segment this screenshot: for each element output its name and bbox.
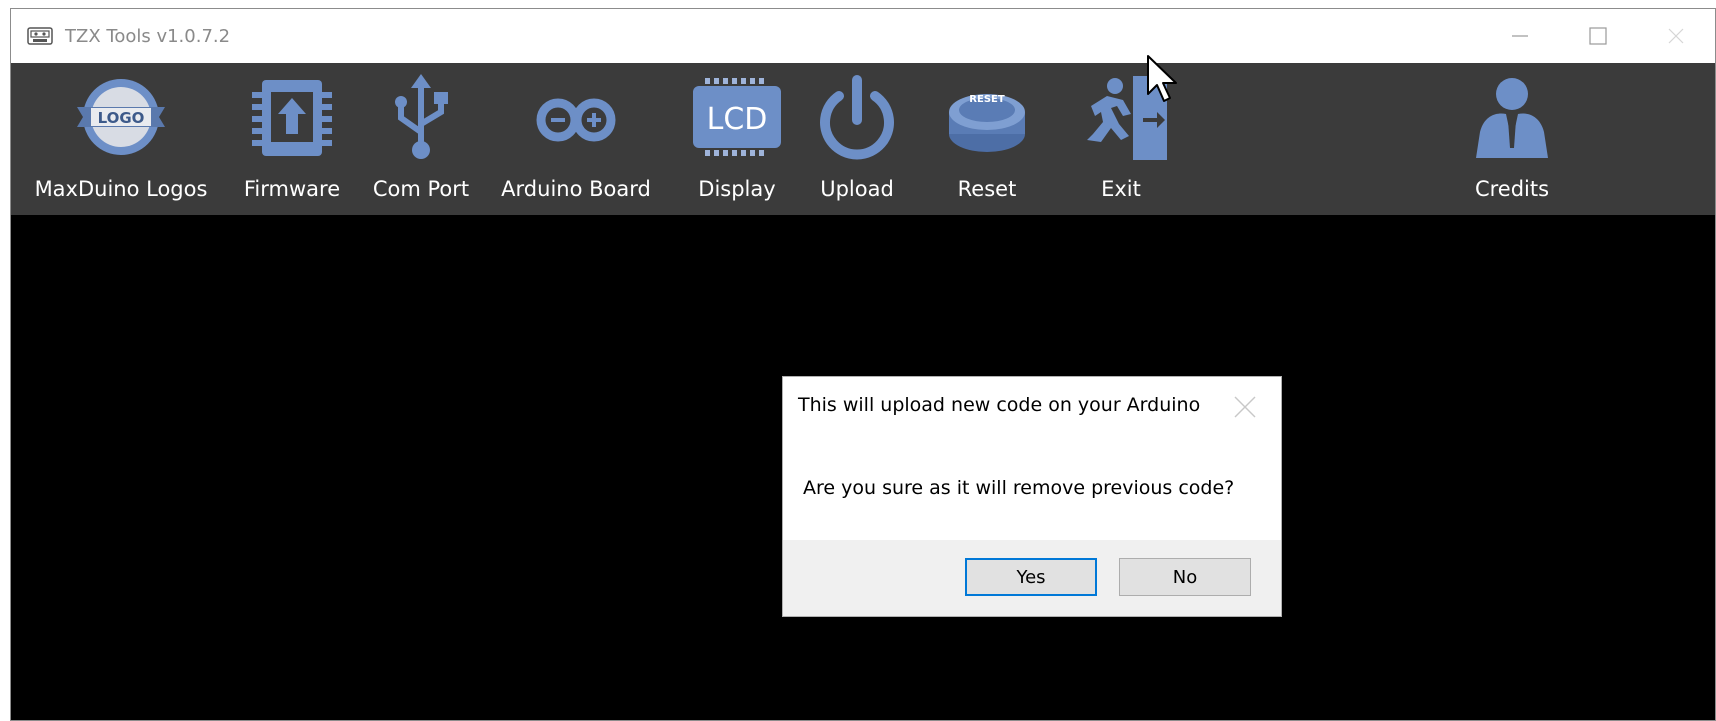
toolbar-label-exit: Exit: [1101, 177, 1141, 201]
dialog-close-icon[interactable]: [1231, 393, 1259, 421]
toolbar-item-firmware[interactable]: Firmware: [237, 63, 347, 215]
toolbar: LOGO MaxDuino Logos Firmware Com Port Ar…: [11, 63, 1715, 215]
toolbar-label-maxduino-logos: MaxDuino Logos: [34, 177, 208, 201]
app-window: TZX Tools v1.0.7.2 LOGO MaxDuino Logos F…: [10, 8, 1716, 721]
minimize-icon: [1512, 35, 1528, 37]
maximize-icon: [1589, 27, 1607, 45]
toolbar-item-display[interactable]: LCD Display: [687, 63, 787, 215]
reset-button-icon: RESET: [949, 94, 1025, 152]
toolbar-label-display: Display: [698, 177, 776, 201]
praying-person-icon: [1476, 78, 1548, 158]
toolbar-label-com-port: Com Port: [372, 177, 470, 201]
power-icon: [820, 75, 894, 160]
svg-text:LCD: LCD: [707, 102, 768, 137]
toolbar-label-arduino-board: Arduino Board: [501, 177, 651, 201]
close-button[interactable]: [1637, 9, 1715, 63]
confirm-dialog: This will upload new code on your Arduin…: [782, 376, 1282, 617]
chip-upload-icon: [252, 80, 332, 156]
logo-badge-icon: LOGO: [77, 79, 165, 155]
yes-button[interactable]: Yes: [965, 558, 1097, 596]
dialog-title: This will upload new code on your Arduin…: [798, 394, 1201, 416]
mouse-cursor-icon: [1147, 55, 1177, 102]
maximize-button[interactable]: [1559, 9, 1637, 63]
toolbar-item-credits[interactable]: Credits: [1457, 63, 1567, 215]
title-bar[interactable]: TZX Tools v1.0.7.2: [11, 9, 1715, 63]
dialog-button-bar: Yes No: [783, 540, 1281, 616]
svg-text:RESET: RESET: [969, 94, 1005, 105]
svg-text:LOGO: LOGO: [98, 109, 145, 127]
toolbar-item-arduino-board[interactable]: Arduino Board: [501, 63, 651, 215]
dialog-message: Are you sure as it will remove previous …: [803, 477, 1235, 499]
toolbar-label-credits: Credits: [1474, 177, 1550, 201]
toolbar-label-firmware: Firmware: [243, 177, 341, 201]
no-button[interactable]: No: [1119, 558, 1251, 596]
toolbar-item-com-port[interactable]: Com Port: [371, 63, 471, 215]
arduino-infinity-icon: [536, 98, 616, 142]
toolbar-item-upload[interactable]: Upload: [807, 63, 907, 215]
toolbar-label-upload: Upload: [820, 177, 894, 201]
minimize-button[interactable]: [1481, 9, 1559, 63]
usb-icon: [395, 74, 448, 159]
cassette-icon: [27, 27, 53, 45]
lcd-icon: LCD: [693, 78, 781, 156]
toolbar-label-reset: Reset: [957, 177, 1017, 201]
toolbar-item-reset[interactable]: RESET Reset: [937, 63, 1037, 215]
toolbar-item-maxduino-logos[interactable]: LOGO MaxDuino Logos: [35, 63, 207, 215]
close-icon: [1668, 28, 1684, 44]
window-title: TZX Tools v1.0.7.2: [65, 25, 231, 47]
